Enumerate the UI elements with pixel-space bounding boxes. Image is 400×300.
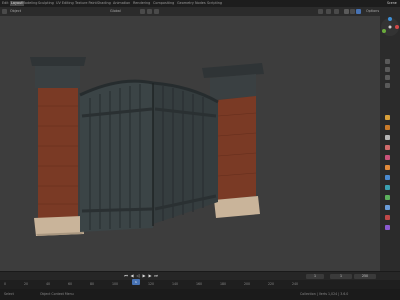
y-axis-icon xyxy=(382,29,386,33)
scene-props-icon[interactable] xyxy=(385,145,390,150)
world-props-icon[interactable] xyxy=(385,155,390,160)
z-axis-icon xyxy=(388,17,392,21)
tab-texture-paint[interactable]: Texture Paint xyxy=(75,1,97,6)
play-icon[interactable]: ▶ xyxy=(142,274,146,278)
gate-doors xyxy=(79,79,219,232)
ruler-tick: 120 xyxy=(148,282,155,286)
tab-modeling[interactable]: Modeling xyxy=(22,1,37,6)
tab-scripting[interactable]: Scripting xyxy=(207,1,222,6)
options-dropdown[interactable]: Options xyxy=(366,9,379,14)
ruler-tick: 20 xyxy=(24,282,29,286)
perspective-icon[interactable] xyxy=(385,83,390,88)
tab-uv-editing[interactable]: UV Editing xyxy=(56,1,74,6)
pivot-icon[interactable] xyxy=(140,9,145,14)
object-props-icon[interactable] xyxy=(385,165,390,170)
ruler-tick: 160 xyxy=(196,282,203,286)
camera-icon[interactable] xyxy=(385,75,390,80)
material-shading-icon[interactable] xyxy=(350,9,355,14)
modifier-props-icon[interactable] xyxy=(385,175,390,180)
physics-props-icon[interactable] xyxy=(385,185,390,190)
visibility-icon[interactable] xyxy=(318,9,323,14)
ruler-tick: 200 xyxy=(244,282,251,286)
tab-geometry-nodes[interactable]: Geometry Nodes xyxy=(177,1,206,6)
pan-icon[interactable] xyxy=(385,67,390,72)
overlay-icon[interactable] xyxy=(334,9,339,14)
play-reverse-icon[interactable]: ◁ xyxy=(136,274,140,278)
scene-selector[interactable]: Scene xyxy=(387,1,397,5)
gate-model xyxy=(30,57,264,236)
object-mode-dropdown[interactable]: Object xyxy=(10,9,21,14)
tab-shading[interactable]: Shading xyxy=(97,1,111,6)
editor-type-icon[interactable] xyxy=(2,9,7,14)
keyframe-next-icon[interactable]: ▶ xyxy=(148,274,152,278)
proportional-edit-icon[interactable] xyxy=(154,9,159,14)
ruler-tick: 220 xyxy=(268,282,275,286)
gizmo-icon[interactable] xyxy=(326,9,331,14)
keyframe-prev-icon[interactable]: ◀ xyxy=(130,274,134,278)
data-props-icon[interactable] xyxy=(385,205,390,210)
timeline-ruler[interactable]: 0 20 40 60 80 100 120 140 160 180 200 22… xyxy=(0,280,400,289)
ruler-tick: 240 xyxy=(292,282,299,286)
tab-animation[interactable]: Animation xyxy=(113,1,130,6)
ruler-tick: 80 xyxy=(90,282,95,286)
texture-props-icon[interactable] xyxy=(385,225,390,230)
jump-start-icon[interactable]: ⏮ xyxy=(124,274,128,278)
status-middle: Object Context Menu xyxy=(40,292,74,296)
material-props-icon[interactable] xyxy=(385,215,390,220)
output-props-icon[interactable] xyxy=(385,135,390,140)
jump-end-icon[interactable]: ⏭ xyxy=(154,274,158,278)
x-axis-icon xyxy=(395,25,399,29)
ruler-tick: 180 xyxy=(220,282,227,286)
top-menu-bar: Edit Layout Modeling Sculpting UV Editin… xyxy=(0,0,400,7)
right-toolbar xyxy=(380,7,400,271)
edit-menu[interactable]: Edit xyxy=(2,1,9,6)
snap-icon[interactable] xyxy=(147,9,152,14)
tab-compositing[interactable]: Compositing xyxy=(153,1,174,6)
status-bar: Select Object Context Menu Collection | … xyxy=(0,289,400,300)
render-props-icon[interactable] xyxy=(385,125,390,130)
frame-start-field[interactable]: 1 xyxy=(330,273,352,279)
frame-end-field[interactable]: 250 xyxy=(354,273,376,279)
ruler-tick: 140 xyxy=(172,282,179,286)
ruler-tick: 100 xyxy=(112,282,119,286)
solid-shading-icon[interactable] xyxy=(344,9,349,14)
ruler-tick: 0 xyxy=(4,282,7,286)
status-left: Select xyxy=(4,292,14,296)
navigation-gizmo[interactable] xyxy=(380,15,400,55)
viewport-header: Object Global Options xyxy=(0,7,380,16)
3d-viewport[interactable] xyxy=(0,16,380,271)
status-right: Collection | Verts 1,024 | 3.6.0 xyxy=(300,292,349,296)
orientation-dropdown[interactable]: Global xyxy=(110,9,121,14)
playhead[interactable]: 1 xyxy=(132,279,140,285)
zoom-icon[interactable] xyxy=(385,59,390,64)
ruler-tick: 60 xyxy=(68,282,73,286)
tool-props-icon[interactable] xyxy=(385,115,390,120)
ruler-tick: 40 xyxy=(46,282,51,286)
left-pillar xyxy=(30,57,86,236)
tab-rendering[interactable]: Rendering xyxy=(133,1,150,6)
current-frame-field[interactable]: 1 xyxy=(306,273,324,279)
constraint-props-icon[interactable] xyxy=(385,195,390,200)
rendered-shading-icon[interactable] xyxy=(356,9,361,14)
tab-sculpting[interactable]: Sculpting xyxy=(38,1,54,6)
